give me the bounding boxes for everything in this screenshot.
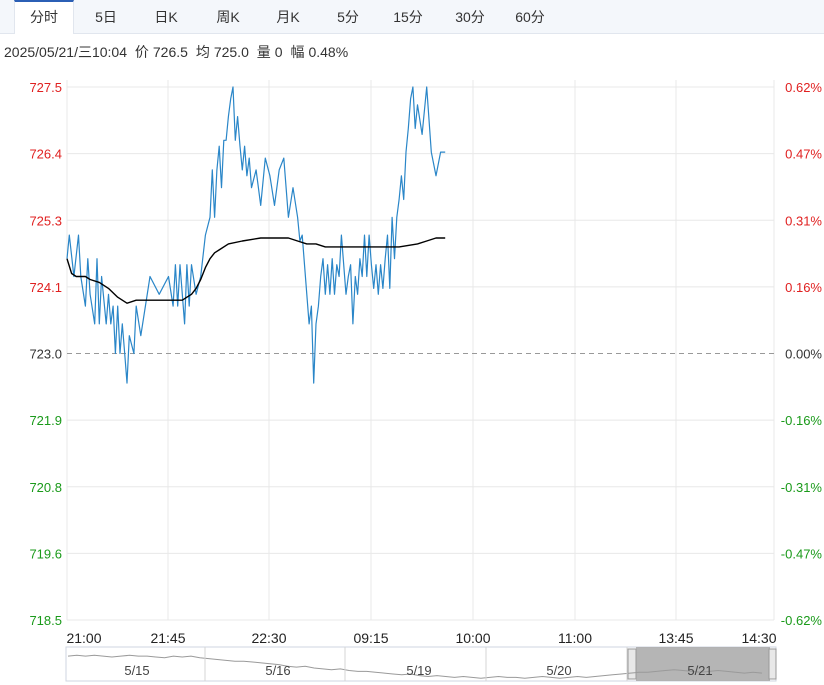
x-tick-5: 11:00 (558, 630, 592, 646)
y-tick-right-3: 0.16% (785, 280, 822, 295)
x-tick-7: 14:30 (741, 630, 776, 646)
navigator-handle-left (627, 648, 637, 680)
y-tick-right-8: -0.62% (781, 613, 823, 628)
y-tick-left-2: 725.3 (29, 213, 62, 228)
y-tick-left-7: 719.6 (29, 546, 62, 561)
y-tick-left-4: 723.0 (29, 347, 62, 362)
y-tick-left-6: 720.8 (29, 480, 62, 495)
x-tick-4: 10:00 (455, 630, 490, 646)
y-tick-left-5: 721.9 (29, 413, 62, 428)
x-tick-2: 22:30 (251, 630, 286, 646)
y-tick-left-8: 718.5 (29, 613, 62, 628)
y-tick-left-0: 727.5 (29, 80, 62, 95)
y-tick-left-1: 726.4 (29, 147, 62, 162)
x-tick-3: 09:15 (353, 630, 388, 646)
y-tick-right-0: 0.62% (785, 80, 822, 95)
y-tick-right-5: -0.16% (781, 413, 823, 428)
y-tick-right-7: -0.47% (781, 546, 823, 561)
intraday-chart[interactable]: 727.5 726.4 725.3 724.1 723.0 721.9 720.8 719.6… (0, 0, 824, 685)
navigator-label-4: 5/21 (687, 663, 712, 678)
x-tick-0: 21:00 (66, 630, 101, 646)
y-tick-right-2: 0.31% (785, 213, 822, 228)
navigator-label-0: 5/15 (124, 663, 149, 678)
x-tick-1: 21:45 (150, 630, 185, 646)
navigator-label-2: 5/19 (406, 663, 431, 678)
navigator-label-1: 5/16 (265, 663, 290, 678)
y-tick-left-3: 724.1 (29, 280, 62, 295)
navigator-handle-right (768, 648, 777, 680)
y-tick-right-4: 0.00% (785, 347, 822, 362)
navigator-label-3: 5/20 (546, 663, 571, 678)
price-line (66, 86, 446, 384)
y-tick-right-6: -0.31% (781, 480, 823, 495)
x-tick-6: 13:45 (658, 630, 693, 646)
y-tick-right-1: 0.47% (785, 147, 822, 162)
